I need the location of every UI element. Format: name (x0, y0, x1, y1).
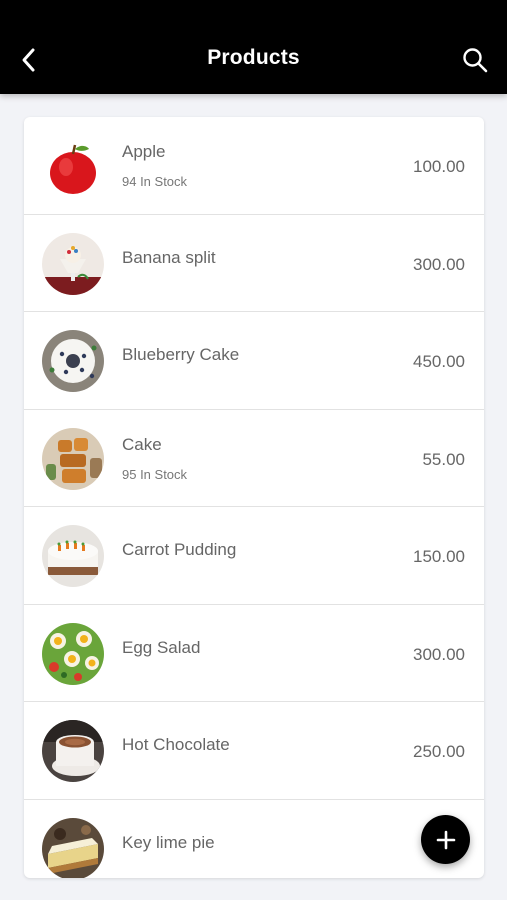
cake-image (42, 427, 104, 490)
product-stock: 95 In Stock (122, 466, 188, 482)
product-price: 250.00 (413, 742, 465, 761)
banana-split-image (42, 232, 104, 295)
search-icon (463, 48, 488, 73)
app-bar: Products (0, 0, 507, 94)
product-price: 100.00 (413, 157, 465, 176)
product-name: Key lime pie (122, 832, 215, 852)
product-name: Egg Salad (122, 637, 201, 657)
search-button[interactable] (459, 44, 491, 76)
product-price: 450.00 (413, 352, 465, 371)
blueberry-cake-image (42, 330, 104, 392)
product-name: Banana split (122, 247, 216, 267)
product-row-cake[interactable]: Cake 95 In Stock 55.00 (24, 410, 484, 507)
product-name: Blueberry Cake (122, 345, 240, 364)
plus-icon (436, 830, 455, 849)
add-product-button[interactable] (421, 815, 470, 864)
product-row-egg-salad[interactable]: Egg Salad 300.00 (24, 605, 484, 702)
product-row-key-lime-pie[interactable]: Key lime pie (24, 800, 484, 878)
product-row-hot-chocolate[interactable]: Hot Chocolate 250.00 (24, 702, 484, 800)
product-row-carrot-pudding[interactable]: Carrot Pudding 150.00 (24, 507, 484, 605)
apple-image (42, 137, 104, 199)
product-price: 300.00 (413, 254, 465, 274)
product-name: Carrot Pudding (122, 540, 237, 559)
product-name: Cake (122, 434, 162, 454)
page-title: Products (207, 46, 300, 69)
egg-salad-image (42, 622, 104, 685)
product-row-banana-split[interactable]: Banana split 300.00 (24, 215, 484, 312)
product-price: 55.00 (422, 449, 465, 469)
product-row-apple[interactable]: Apple 94 In Stock 100.00 (24, 117, 484, 215)
product-name: Apple (122, 142, 166, 161)
product-price: 150.00 (413, 547, 465, 566)
product-row-blueberry-cake[interactable]: Blueberry Cake 450.00 (24, 312, 484, 410)
product-list: Apple 94 In Stock 100.00 Banana split 30… (24, 117, 484, 878)
product-name: Hot Chocolate (122, 735, 230, 754)
key-lime-pie-image (42, 817, 104, 878)
product-stock: 94 In Stock (122, 174, 188, 189)
carrot-pudding-image (42, 525, 104, 587)
hot-chocolate-image (42, 720, 104, 782)
product-price: 300.00 (413, 644, 465, 664)
